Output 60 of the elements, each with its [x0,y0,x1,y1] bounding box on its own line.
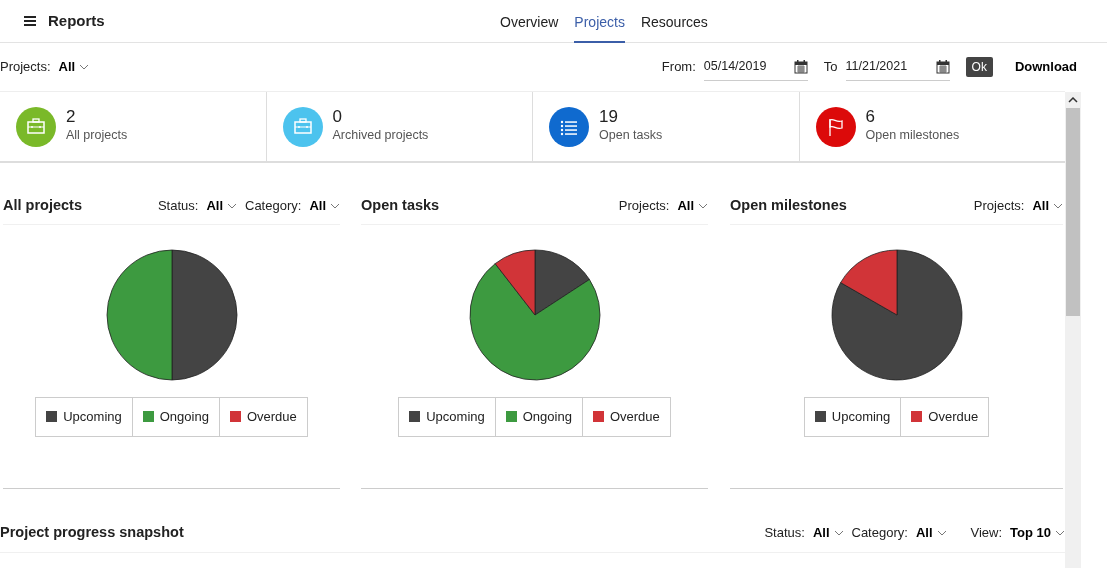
calendar-icon [935,59,950,74]
filter-dropdown[interactable]: Top 10 [1010,522,1065,543]
date-label: To [823,58,838,77]
filter-label: Projects: [973,196,1025,215]
menu-icon[interactable] [24,16,36,26]
nav-tab[interactable]: Resources [640,0,708,43]
ok-button[interactable]: Ok [965,57,993,77]
nav-tab[interactable]: Overview [500,0,559,43]
chevron-down-icon [79,64,90,70]
calendar-icon [793,59,808,74]
scrollbar[interactable] [1065,92,1081,568]
chevron-down-icon [1053,202,1063,209]
filter-dropdown[interactable]: All [206,195,237,216]
panel-title: Open milestones [730,195,847,215]
kpi-label: Archived projects [332,127,429,145]
filter-dropdown[interactable]: All [1032,195,1063,216]
scrollbar-thumb[interactable] [1066,108,1080,316]
kpi-value: 0 [332,107,343,127]
panel-title: All projects [3,195,82,215]
scroll-up-icon [1068,97,1078,103]
chevron-down-icon [833,529,844,536]
filter-label: Category: [245,196,302,215]
chevron-down-icon [330,202,340,209]
legend-label: Ongoing [159,408,209,426]
filter-label: View: [970,523,1003,542]
date-field[interactable]: 05/14/2019 [703,53,808,81]
download-button[interactable]: Download [1008,56,1083,78]
legend-label: Overdue [928,408,979,426]
chevron-down-icon [936,529,947,536]
filter-dropdown[interactable]: All [812,522,844,543]
legend-label: Upcoming [831,408,891,426]
date-field[interactable]: 11/21/2021 [845,53,950,81]
legend-label: Overdue [246,408,297,426]
filter-dropdown[interactable]: All [915,522,947,543]
legend-label: Ongoing [522,408,572,426]
kpi-label: Open milestones [865,127,960,145]
chevron-down-icon [698,202,708,209]
legend-label: Upcoming [426,408,485,426]
nav-tab[interactable]: Projects [574,0,625,43]
date-label: From: [661,58,696,77]
filter-dropdown[interactable]: All [58,57,90,77]
kpi-label: Open tasks [599,127,663,145]
legend-label: Upcoming [63,408,122,426]
chevron-down-icon [227,202,237,209]
section-title: Project progress snapshot [0,522,184,542]
filter-dropdown[interactable]: All [309,195,340,216]
kpi-label: All projects [66,127,128,145]
filter-label: Status: [157,196,199,215]
kpi-value: 2 [66,107,77,127]
filter-dropdown[interactable]: All [677,195,708,216]
filter-label: Status: [764,523,805,542]
filter-label: Projects: [0,58,51,77]
filter-label: Category: [851,523,908,542]
kpi-value: 19 [599,107,619,127]
legend-label: Overdue [609,408,660,426]
chevron-down-icon [1055,529,1065,536]
page-title: Reports [48,10,105,31]
kpi-value: 6 [865,107,876,127]
filter-label: Projects: [618,196,670,215]
panel-title: Open tasks [361,195,440,215]
